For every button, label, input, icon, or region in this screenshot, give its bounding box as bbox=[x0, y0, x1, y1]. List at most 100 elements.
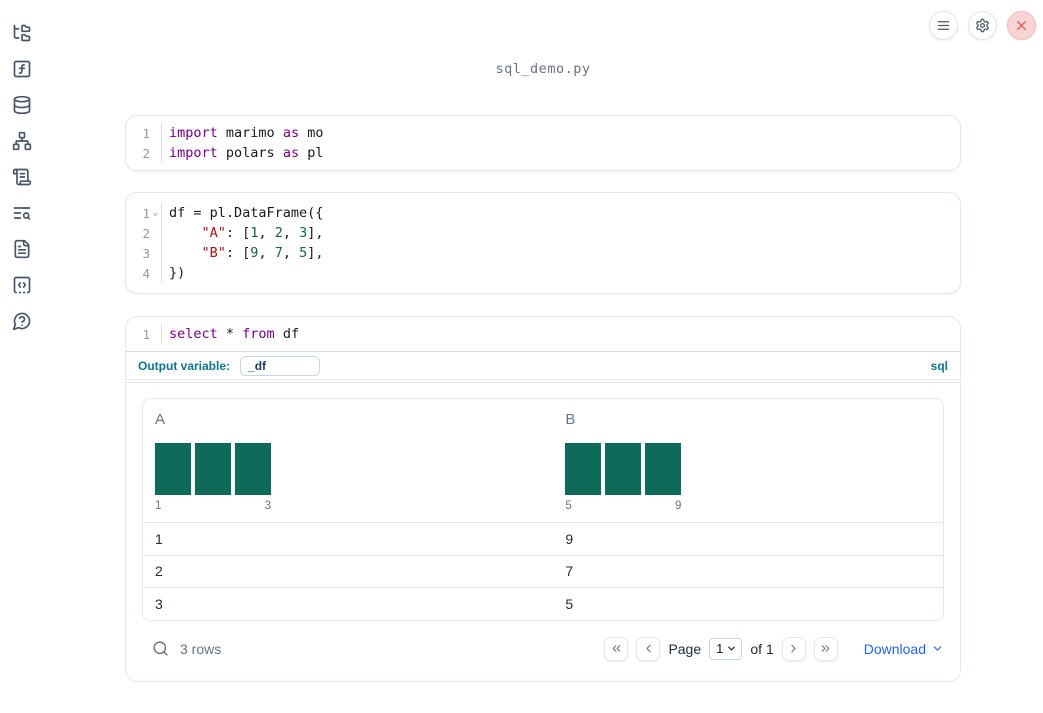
notebook-main: sql_demo.py 1 import marimo as mo 2 import … bbox=[125, 0, 961, 682]
table-header: A 1 3 B 5 9 bbox=[143, 399, 943, 522]
gutter-fold-slot: ⌄ bbox=[150, 203, 162, 223]
column-header-b[interactable]: B 5 9 bbox=[553, 411, 943, 512]
code-line[interactable]: 3 "B": [9, 7, 5], bbox=[126, 243, 960, 263]
download-button[interactable]: Download bbox=[864, 641, 944, 657]
chevron-down-icon bbox=[933, 646, 942, 651]
next-page-button[interactable] bbox=[781, 636, 806, 661]
column-name: A bbox=[155, 411, 166, 428]
histogram-bar bbox=[605, 443, 642, 495]
chevrons-left-icon bbox=[612, 645, 621, 652]
shutdown-button[interactable] bbox=[1007, 11, 1036, 40]
settings-button[interactable] bbox=[968, 11, 997, 40]
gear-icon bbox=[976, 18, 989, 33]
notebook-filename: sql_demo.py bbox=[495, 61, 591, 77]
histogram-max-label: 9 bbox=[674, 500, 682, 512]
code-text: select * from df bbox=[169, 326, 300, 342]
table-row[interactable]: 35 bbox=[143, 587, 943, 620]
line-number: 1 bbox=[142, 326, 150, 342]
column-histogram: 1 3 bbox=[155, 443, 271, 512]
sidebar-item-help[interactable] bbox=[12, 311, 32, 331]
code-editor[interactable]: 1 ⌄ df = pl.DataFrame({2 "A": [1, 2, 3], 3 … bbox=[126, 193, 960, 293]
column-header-a[interactable]: A 1 3 bbox=[143, 411, 553, 512]
table-search[interactable]: 3 rows bbox=[152, 640, 221, 657]
sql-editor[interactable]: 1 select * from df bbox=[126, 317, 960, 351]
sidebar-item-dependencies[interactable] bbox=[12, 131, 32, 151]
gutter-fold-slot bbox=[150, 324, 162, 344]
histogram-min-label: 1 bbox=[155, 500, 162, 512]
code-text: }) bbox=[169, 265, 186, 281]
line-number: 2 bbox=[142, 145, 150, 161]
gutter-fold-slot bbox=[150, 123, 162, 143]
histogram-min-label: 5 bbox=[565, 500, 572, 512]
histogram-axis-labels: 5 9 bbox=[565, 500, 681, 512]
database-icon bbox=[13, 95, 31, 115]
line-number: 2 bbox=[142, 225, 150, 241]
code-line[interactable]: 2 import polars as pl bbox=[126, 143, 960, 163]
language-badge: sql bbox=[930, 358, 948, 373]
fold-chevron-icon[interactable]: ⌄ bbox=[153, 208, 158, 218]
code-line[interactable]: 4}) bbox=[126, 263, 960, 283]
scroll-text-icon bbox=[12, 168, 32, 186]
sidebar-item-snippets[interactable] bbox=[12, 275, 32, 295]
table-cell: 7 bbox=[565, 563, 574, 580]
histogram-bar bbox=[195, 443, 231, 495]
histogram-axis-labels: 1 3 bbox=[155, 500, 271, 512]
code-line[interactable]: 1 import marimo as mo bbox=[126, 123, 960, 143]
code-cell-imports[interactable]: 1 import marimo as mo 2 import polars as pl bbox=[125, 115, 961, 171]
table-cell: 9 bbox=[565, 530, 574, 547]
page-of-label: of 1 bbox=[750, 640, 774, 657]
output-variable-label: Output variable: bbox=[138, 358, 231, 373]
code-text: "A": [1, 2, 3], bbox=[201, 225, 324, 241]
histogram-bars bbox=[155, 443, 271, 495]
first-page-button[interactable] bbox=[604, 636, 629, 661]
close-x-icon bbox=[1017, 21, 1026, 30]
folder-tree-icon bbox=[13, 24, 31, 42]
line-number: 1 bbox=[142, 205, 150, 221]
sql-cell[interactable]: 1 select * from df Output variable: sql bbox=[125, 316, 961, 380]
gutter-fold-slot bbox=[150, 243, 162, 263]
chevron-left-icon bbox=[646, 644, 651, 653]
sidebar-item-scratchpad[interactable] bbox=[12, 167, 32, 187]
previous-page-button[interactable] bbox=[636, 636, 661, 661]
page-select-value: 1 bbox=[716, 641, 724, 656]
code-line[interactable]: 2 "A": [1, 2, 3], bbox=[126, 223, 960, 243]
search-icon[interactable] bbox=[152, 640, 169, 657]
sidebar-item-variables[interactable] bbox=[12, 59, 32, 79]
histogram-bars bbox=[565, 443, 682, 495]
row-count: 3 rows bbox=[180, 640, 222, 657]
table-cell: 3 bbox=[155, 595, 163, 612]
dataframe-table: A 1 3 B 5 9 1 9 2 7 3 5 bbox=[142, 398, 944, 621]
sidebar-item-file-explorer[interactable] bbox=[12, 23, 32, 43]
code-text: df = pl.DataFrame({ bbox=[169, 205, 324, 221]
gutter-fold-slot bbox=[150, 223, 162, 243]
histogram-max-label: 3 bbox=[264, 500, 271, 512]
last-page-button[interactable] bbox=[813, 636, 838, 661]
helper-sidebar bbox=[0, 0, 44, 713]
line-number: 4 bbox=[142, 265, 150, 281]
histogram-bar bbox=[645, 443, 682, 495]
line-number: 1 bbox=[142, 125, 150, 141]
column-name: B bbox=[565, 411, 576, 428]
code-cell-dataframe[interactable]: 1 ⌄ df = pl.DataFrame({2 "A": [1, 2, 3], 3 … bbox=[125, 192, 961, 294]
output-variable-input[interactable] bbox=[240, 355, 321, 376]
table-row[interactable]: 27 bbox=[143, 554, 943, 588]
code-snippet-icon bbox=[13, 276, 31, 294]
sql-cell-footer: Output variable: sql bbox=[126, 351, 960, 379]
code-text: "B": [9, 7, 5], bbox=[201, 245, 324, 261]
download-label: Download bbox=[863, 640, 926, 657]
table-row[interactable]: 19 bbox=[143, 522, 943, 555]
code-editor[interactable]: 1 import marimo as mo 2 import polars as pl bbox=[126, 116, 960, 170]
sidebar-item-datasources[interactable] bbox=[12, 95, 32, 115]
pagination: Page 1 of 1 Download bbox=[604, 636, 944, 661]
gutter-fold-slot bbox=[150, 263, 162, 283]
sidebar-item-documentation[interactable] bbox=[12, 239, 32, 259]
sidebar-item-logs[interactable] bbox=[12, 203, 32, 223]
page-select[interactable]: 1 bbox=[709, 637, 743, 660]
code-text: import polars as pl bbox=[169, 145, 324, 161]
function-square-icon bbox=[13, 60, 31, 78]
file-text-icon bbox=[14, 239, 30, 259]
code-line[interactable]: 1 ⌄ df = pl.DataFrame({ bbox=[126, 203, 960, 223]
text-search-icon bbox=[13, 207, 31, 220]
code-line[interactable]: 1 select * from df bbox=[126, 324, 960, 344]
cell-output: A 1 3 B 5 9 1 9 2 7 3 5 3 rows Page 1 of… bbox=[125, 382, 961, 682]
